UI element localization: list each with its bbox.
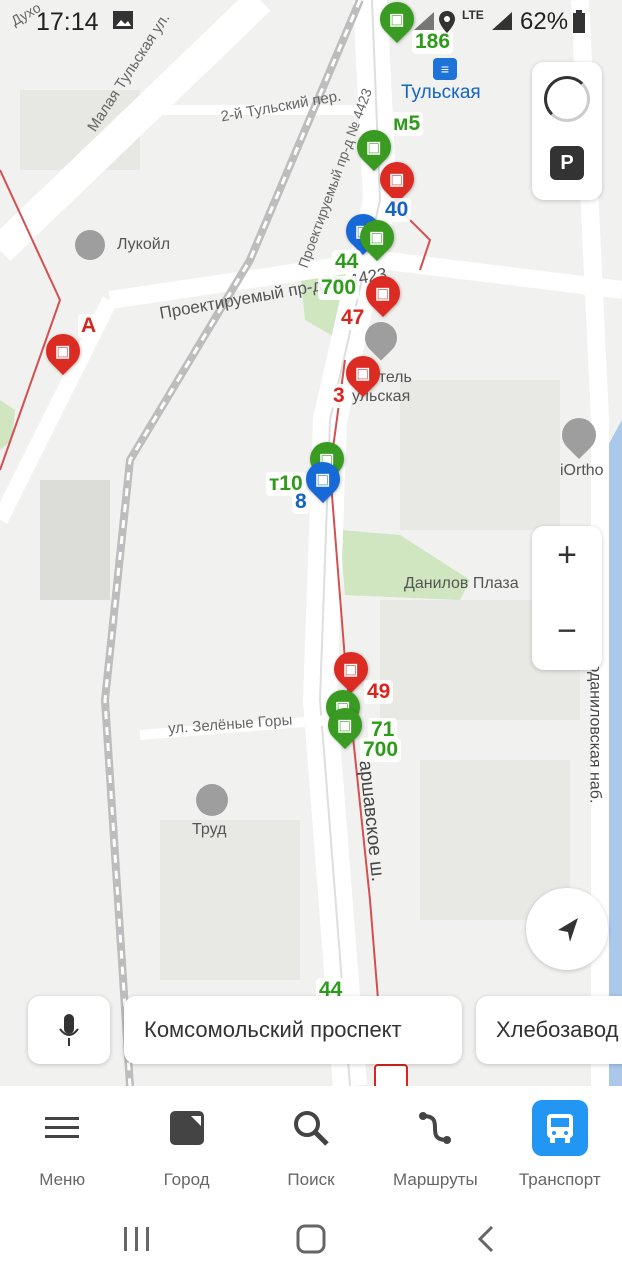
traffic-icon[interactable]: [544, 76, 590, 122]
gas-station-icon[interactable]: [75, 230, 105, 260]
home-button[interactable]: [296, 1224, 326, 1259]
route-label[interactable]: 47: [338, 306, 368, 330]
parking-button[interactable]: P: [550, 146, 584, 180]
city-icon: [159, 1100, 215, 1156]
suggestion-chip[interactable]: Хлебозавод: [476, 996, 622, 1064]
route-label[interactable]: м5: [390, 112, 424, 136]
menu-icon: [34, 1100, 90, 1156]
tram-stop-icon[interactable]: [374, 1064, 408, 1086]
tab-label: Меню: [39, 1170, 86, 1189]
route-label[interactable]: 44: [332, 250, 362, 274]
recent-apps-icon: [124, 1227, 149, 1251]
place-iortho[interactable]: iOrtho: [560, 462, 604, 480]
status-time: 17:14: [36, 8, 99, 36]
microphone-icon: [59, 1014, 79, 1046]
location-icon: [438, 10, 456, 39]
route-label[interactable]: A: [78, 314, 100, 338]
tab-city[interactable]: Город: [124, 1086, 248, 1200]
route-label[interactable]: 8: [292, 490, 310, 514]
tab-label: Транспорт: [518, 1170, 601, 1189]
tab-label: Город: [163, 1170, 210, 1189]
navigation-arrow-icon: [558, 918, 578, 942]
voice-search-button[interactable]: [28, 996, 110, 1064]
tab-search[interactable]: Поиск: [249, 1086, 373, 1200]
battery-percent: 62%: [520, 8, 569, 35]
system-nav-bar: [0, 1200, 622, 1280]
home-icon: [296, 1224, 326, 1254]
transport-icon: [531, 1100, 588, 1156]
place-trud[interactable]: Труд: [192, 821, 226, 839]
tab-label: Поиск: [287, 1170, 335, 1189]
route-label[interactable]: 3: [330, 384, 348, 408]
signal-x-icon: [412, 10, 436, 37]
tab-label: Маршруты: [393, 1170, 478, 1189]
back-icon: [477, 1225, 494, 1253]
gallery-icon: [112, 10, 134, 35]
metro-station-label[interactable]: Тульская: [401, 82, 481, 104]
routes-icon: [407, 1100, 463, 1156]
recent-apps-button[interactable]: [122, 1224, 152, 1259]
search-icon: [283, 1100, 339, 1156]
route-label[interactable]: 49: [364, 680, 394, 704]
network-type: LTE: [462, 8, 484, 22]
my-location-button[interactable]: [526, 888, 608, 970]
route-label[interactable]: 700: [318, 276, 360, 300]
signal-icon: [490, 10, 514, 37]
map-view[interactable]: 17:14 LTE 62% Духо Малая Тульская ул. 2-…: [0, 0, 622, 1086]
zoom-in-button[interactable]: +: [532, 536, 602, 575]
place-danilov-plaza[interactable]: Данилов Плаза: [404, 575, 519, 593]
status-bar: 17:14 LTE 62%: [0, 0, 622, 44]
battery-icon: [572, 10, 586, 39]
tab-menu[interactable]: Меню: [0, 1086, 124, 1200]
stadium-icon[interactable]: [196, 784, 228, 816]
zoom-out-button[interactable]: −: [532, 612, 602, 651]
metro-icon[interactable]: ≡: [433, 58, 457, 80]
suggestion-chip[interactable]: Комсомольский проспект: [124, 996, 462, 1064]
back-button[interactable]: [472, 1224, 502, 1259]
tab-routes[interactable]: Маршруты: [373, 1086, 497, 1200]
place-lukoil[interactable]: Лукойл: [117, 236, 170, 254]
zoom-panel: + −: [532, 526, 602, 670]
route-label[interactable]: 40: [382, 198, 412, 222]
bottom-tab-bar: Меню Город Поиск Маршруты Транспорт: [0, 1086, 622, 1200]
tab-transport[interactable]: Транспорт: [498, 1086, 622, 1200]
route-label[interactable]: 700: [360, 738, 402, 762]
map-layers-panel: P: [532, 62, 602, 200]
